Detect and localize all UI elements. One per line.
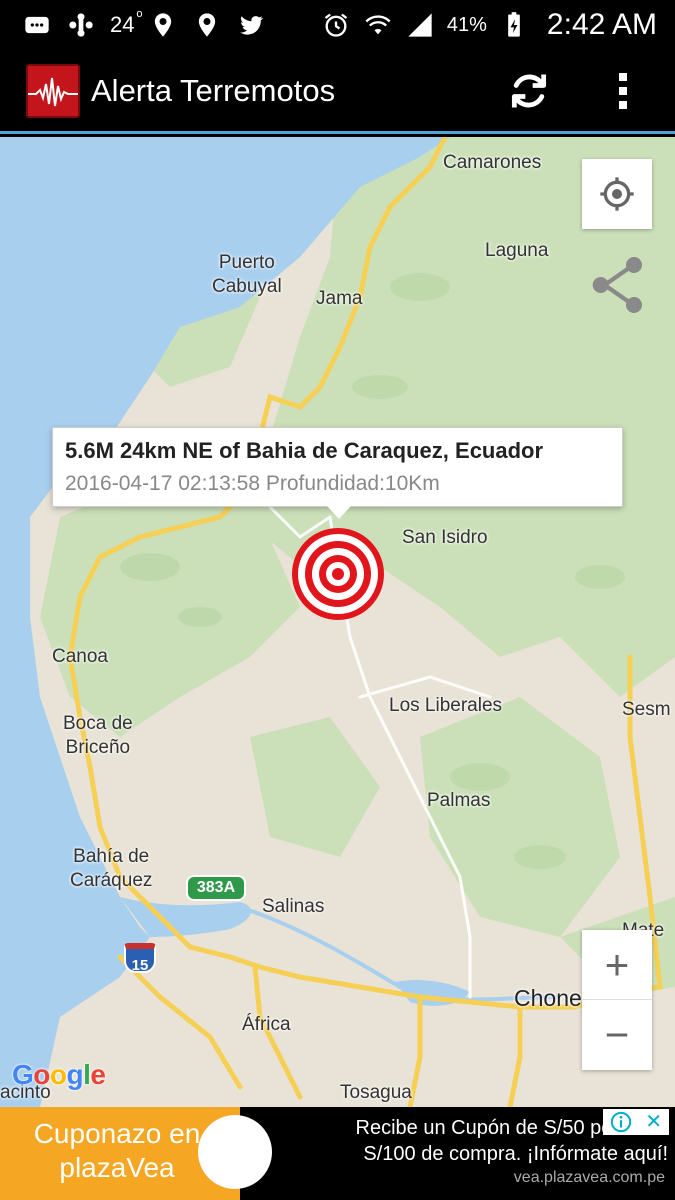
messages-icon (22, 10, 52, 40)
overflow-menu-button[interactable] (603, 61, 643, 121)
earthquake-title: 5.6M 24km NE of Bahia de Caraquez, Ecuad… (65, 438, 544, 463)
place-jama: Jama (316, 288, 363, 309)
location-pin-icon (148, 10, 178, 40)
place-bahia-de-caraquez: Bahía de Caráquez (70, 845, 152, 893)
map-view[interactable]: Camarones Laguna Puerto Cabuyal Jama San… (0, 137, 675, 1107)
battery-percent: 41% (446, 13, 487, 36)
place-africa: África (242, 1014, 291, 1035)
place-boca-line2: Briceño (65, 737, 131, 758)
zoom-in-button[interactable]: + (582, 931, 652, 1000)
place-palmas: Palmas (427, 790, 491, 811)
place-chone: Chone (514, 985, 582, 1011)
ad-description-line2: S/100 de compra. ¡Infórmate aquí! (363, 1143, 668, 1165)
place-boca-line1: Boca de (63, 713, 133, 734)
ad-close-button[interactable]: ✕ (645, 1112, 662, 1132)
battery-charging-icon (499, 10, 529, 40)
app-bar: Alerta Terremotos (0, 50, 675, 134)
ad-promo-text: Cuponazo en plazaVea (17, 1117, 217, 1185)
signal-icon (405, 10, 435, 40)
ad-banner[interactable]: Cuponazo en plazaVea Recibe un Cupón de … (0, 1107, 675, 1200)
ad-logo-circle (198, 1115, 272, 1189)
earthquake-info-window[interactable]: 5.6M 24km NE of Bahia de Caraquez, Ecuad… (52, 427, 623, 519)
ad-domain: vea.plazavea.com.pe (513, 1169, 665, 1186)
place-puerto-cabuyal-line2: Cabuyal (212, 276, 282, 297)
earthquake-details: 2016-04-17 02:13:58 Profundidad:10Km (65, 472, 440, 495)
place-bahia-line2: Caráquez (70, 870, 153, 891)
ad-promo-line2: plazaVea (59, 1152, 175, 1183)
zoom-controls: + − (582, 930, 652, 1070)
road-shield-383a: 383A (186, 875, 246, 901)
road-shield-15: 15 (124, 943, 156, 974)
ad-promo-line1: Cuponazo en (33, 1118, 201, 1149)
place-tosagua: Tosagua (340, 1082, 412, 1103)
clock: 2:42 AM (546, 8, 657, 41)
overflow-menu-icon (619, 72, 627, 109)
place-puerto-cabuyal-line1: Puerto (218, 252, 275, 273)
wifi-icon (363, 10, 393, 40)
place-los-liberales: Los Liberales (389, 695, 503, 716)
app-title: Alerta Terremotos (91, 72, 336, 108)
place-puerto-cabuyal: Puerto Cabuyal (212, 251, 282, 299)
alarm-icon (321, 10, 351, 40)
status-bar: 24 o 41% 2:42 AM (0, 0, 675, 50)
place-bahia-line1: Bahía de (73, 846, 150, 867)
earthquake-marker[interactable] (290, 526, 386, 622)
adchoices-icon (610, 1111, 631, 1133)
place-boca-de-briceno: Boca de Briceño (63, 712, 133, 760)
place-salinas: Salinas (262, 896, 325, 917)
my-location-button[interactable] (582, 159, 652, 229)
place-laguna: Laguna (485, 240, 549, 261)
zoom-out-button[interactable]: − (582, 1000, 652, 1070)
refresh-button[interactable] (499, 61, 559, 121)
location-pin-icon (192, 10, 222, 40)
place-san-isidro: San Isidro (402, 527, 488, 548)
share-icon (592, 257, 642, 313)
place-canoa: Canoa (52, 646, 108, 667)
twitter-icon (236, 10, 266, 40)
notification-count: 24 o (110, 8, 143, 37)
refresh-icon (511, 74, 547, 107)
ad-choices-button[interactable]: ✕ (603, 1109, 669, 1135)
place-sesm: Sesm (622, 699, 671, 720)
google-logo: Google (12, 1059, 106, 1090)
seismograph-logo-icon (26, 63, 80, 118)
share-button[interactable] (586, 253, 650, 317)
place-camarones: Camarones (443, 152, 542, 173)
target-icon (292, 528, 384, 620)
plus-icon (66, 10, 96, 40)
my-location-icon (600, 177, 634, 211)
